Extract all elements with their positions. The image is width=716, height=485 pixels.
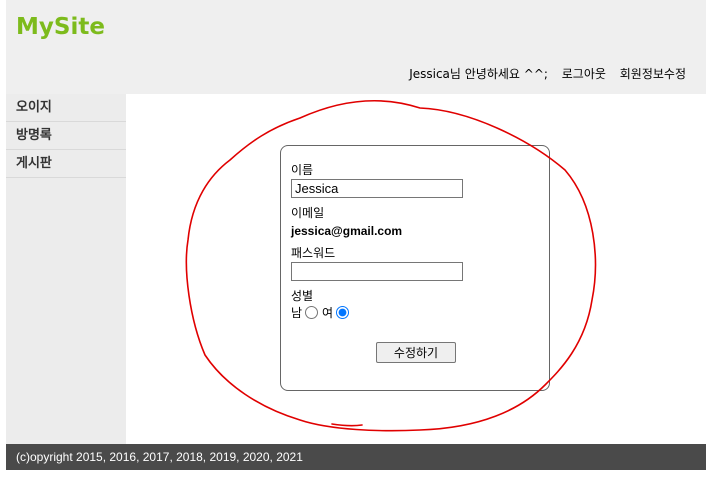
logout-link[interactable]: 로그아웃 bbox=[562, 67, 606, 81]
email-value: jessica@gmail.com bbox=[291, 224, 403, 238]
greeting-text: Jessica님 안녕하세요 ^^; bbox=[409, 67, 548, 81]
gender-female-radio[interactable] bbox=[336, 306, 350, 319]
gender-male-radio[interactable] bbox=[305, 306, 319, 319]
sidebar-nav: 오이지 방명록 게시판 bbox=[6, 94, 126, 444]
password-label: 패스워드 bbox=[291, 246, 336, 260]
site-logo[interactable]: MySite bbox=[16, 14, 105, 40]
gender-label: 성별 bbox=[291, 289, 314, 303]
user-menu: Jessica님 안녕하세요 ^^; 로그아웃 회원정보수정 bbox=[399, 65, 686, 82]
sidebar-item-guestbook[interactable]: 방명록 bbox=[6, 122, 126, 150]
gender-options: 남 여 bbox=[291, 304, 353, 321]
name-label: 이름 bbox=[291, 163, 314, 177]
sidebar-item-board[interactable]: 게시판 bbox=[6, 150, 126, 178]
site-header: MySite Jessica님 안녕하세요 ^^; 로그아웃 회원정보수정 bbox=[6, 0, 706, 94]
email-label: 이메일 bbox=[291, 206, 325, 220]
name-input[interactable] bbox=[291, 179, 463, 198]
site-footer: (c)opyright 2015, 2016, 2017, 2018, 2019… bbox=[6, 444, 706, 470]
sidebar-item-oiji[interactable]: 오이지 bbox=[6, 94, 126, 122]
edit-profile-link[interactable]: 회원정보수정 bbox=[620, 67, 686, 81]
submit-button[interactable]: 수정하기 bbox=[376, 342, 456, 363]
gender-female-label: 여 bbox=[322, 306, 334, 320]
password-input[interactable] bbox=[291, 262, 463, 281]
gender-male-label: 남 bbox=[291, 306, 303, 320]
profile-edit-form: 이름 이메일 jessica@gmail.com 패스워드 성별 남 여 수정하… bbox=[280, 145, 550, 391]
